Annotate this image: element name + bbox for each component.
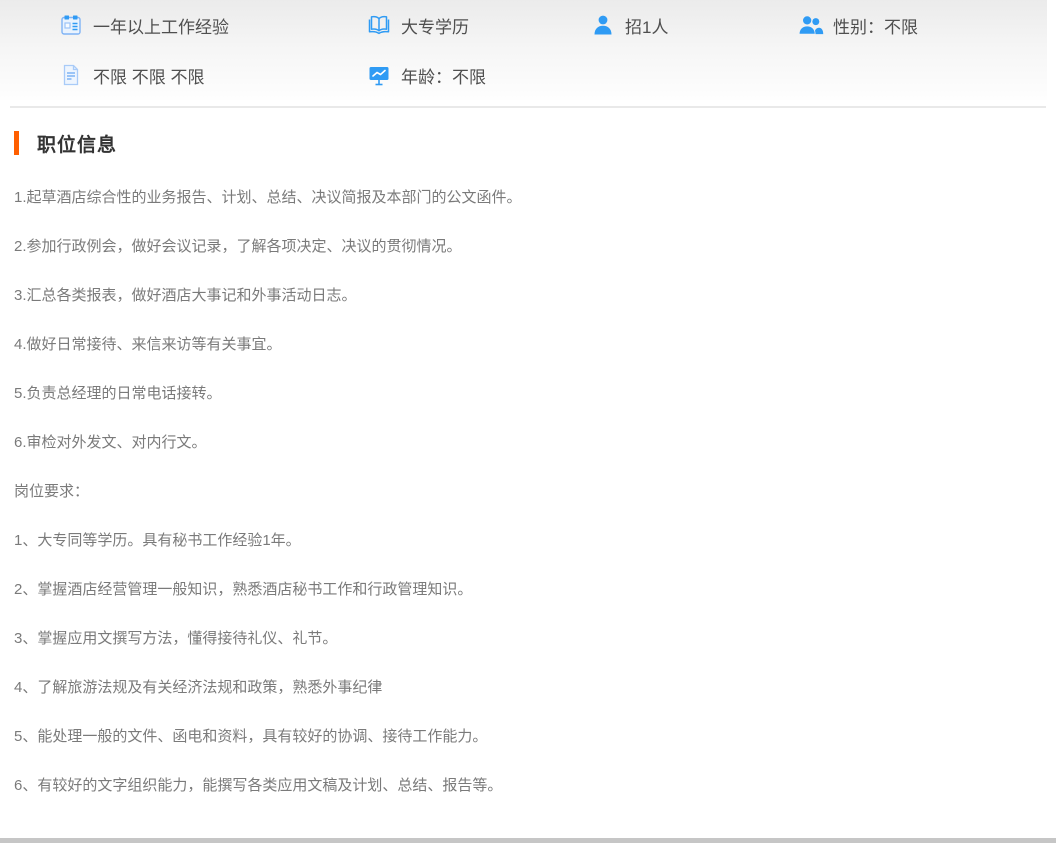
badge-other-requirements-label: 不限 不限 不限: [93, 63, 204, 88]
badge-experience-label: 一年以上工作经验: [93, 13, 229, 38]
badge-headcount-label: 招1人: [625, 13, 668, 38]
person-icon: [590, 13, 616, 37]
job-description-line: 2、掌握酒店经营管理一般知识，熟悉酒店秘书工作和行政管理知识。: [14, 580, 1032, 600]
badge-headcount: 招1人: [590, 0, 798, 50]
badge-education-label: 大专学历: [401, 13, 469, 38]
badge-other-requirements: 不限 不限 不限: [58, 50, 366, 100]
job-description-line: 6.审检对外发文、对内行文。: [14, 433, 1032, 453]
job-description-line: 4、了解旅游法规及有关经济法规和政策，熟悉外事纪律: [14, 678, 1032, 698]
badge-gender-label: 性别：不限: [833, 13, 918, 38]
board-icon: [366, 63, 392, 87]
calendar-icon: [58, 13, 84, 37]
job-detail-page: 一年以上工作经验 大专学历 招1人: [0, 0, 1056, 843]
job-description-line: 1.起草酒店综合性的业务报告、计划、总结、决议简报及本部门的公文函件。: [14, 188, 1032, 208]
orange-accent-bar: [14, 131, 19, 155]
job-requirements-heading: 岗位要求：: [14, 482, 1032, 502]
job-requirements-strip: 一年以上工作经验 大专学历 招1人: [0, 0, 1047, 100]
job-description-line: 3.汇总各类报表，做好酒店大事记和外事活动日志。: [14, 286, 1032, 306]
job-description-line: 5.负责总经理的日常电话接转。: [14, 384, 1032, 404]
book-icon: [366, 13, 392, 37]
job-description-line: 6、有较好的文字组织能力，能撰写各类应用文稿及计划、总结、报告等。: [14, 776, 1032, 796]
badge-age: 年龄：不限: [366, 50, 590, 100]
document-icon: [58, 63, 84, 87]
people-icon: [798, 13, 824, 37]
badge-age-label: 年龄：不限: [401, 63, 486, 88]
section-divider: [10, 106, 1046, 108]
job-description: 1.起草酒店综合性的业务报告、计划、总结、决议简报及本部门的公文函件。 2.参加…: [0, 156, 1056, 796]
job-description-line: 2.参加行政例会，做好会议记录，了解各项决定、决议的贯彻情况。: [14, 237, 1032, 257]
badge-education: 大专学历: [366, 0, 590, 50]
bottom-border-bar: [0, 838, 1056, 843]
job-description-line: 4.做好日常接待、来信来访等有关事宜。: [14, 335, 1032, 355]
job-description-line: 3、掌握应用文撰写方法，懂得接待礼仪、礼节。: [14, 629, 1032, 649]
badge-gender: 性别：不限: [798, 0, 1047, 50]
job-description-line: 1、大专同等学历。具有秘书工作经验1年。: [14, 531, 1032, 551]
section-header: 职位信息: [14, 130, 1056, 156]
badge-experience: 一年以上工作经验: [58, 0, 366, 50]
job-description-line: 5、能处理一般的文件、函电和资料，具有较好的协调、接待工作能力。: [14, 727, 1032, 747]
section-title: 职位信息: [37, 130, 117, 157]
